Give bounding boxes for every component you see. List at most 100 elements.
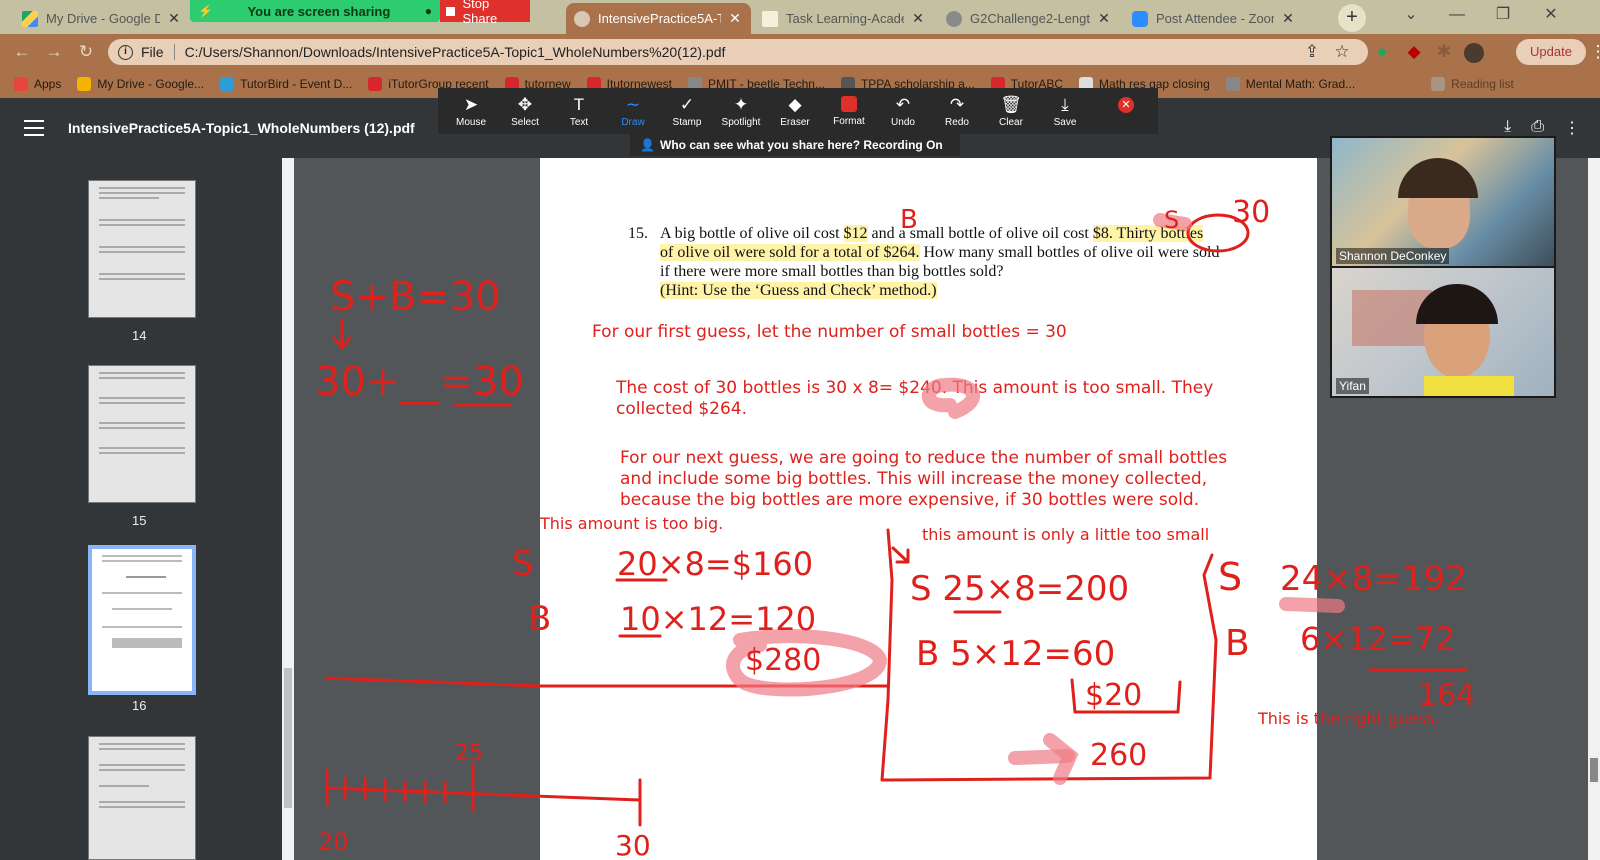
note-next-guess3: because the big bottles are more expensi…	[620, 490, 1200, 510]
ublock-icon[interactable]: ◆	[1402, 40, 1426, 64]
thumbnail-page-17[interactable]	[88, 736, 196, 860]
new-tab-button[interactable]: +	[1338, 4, 1366, 32]
thumbnail-page-14[interactable]	[88, 180, 196, 318]
annotate-tool-stamp[interactable]: ✓ Stamp	[660, 88, 714, 134]
shield-icon: ●	[424, 4, 432, 18]
stamp-icon: ✓	[679, 94, 695, 114]
bookmark-favicon-icon	[1431, 77, 1446, 91]
info-icon: i	[118, 44, 133, 60]
reload-icon[interactable]: ↻	[74, 40, 98, 64]
recording-notice[interactable]: 👤 Who can see what you share here? Recor…	[630, 134, 960, 156]
save-icon: ⤓	[1061, 94, 1069, 114]
bookmark-label: My Drive - Google...	[97, 77, 205, 91]
tool-label: Save	[1053, 116, 1077, 128]
tool-label: Text	[569, 116, 589, 128]
close-tab-icon[interactable]: ✕	[166, 10, 182, 27]
browser-tab-strip: My Drive - Google Drive ✕ IntensivePract…	[0, 0, 1600, 34]
participant-video[interactable]: Shannon DeConkey	[1332, 138, 1554, 266]
move-icon: ✥	[517, 94, 533, 114]
annotate-tool-undo[interactable]: ↶ Undo	[876, 88, 930, 134]
academy-icon	[762, 10, 778, 27]
print-icon[interactable]: ⎙	[1531, 118, 1544, 138]
annotate-tool-save[interactable]: ⤓ Save	[1038, 88, 1092, 134]
tab-g2challenge[interactable]: G2Challenge2-Length- ✕	[938, 3, 1120, 34]
close-annotation-icon[interactable]: ✕	[1118, 97, 1134, 113]
bookmark-favicon-icon	[1225, 77, 1240, 91]
bookmark-favicon-icon	[368, 77, 383, 91]
thumbnail-page-16[interactable]	[88, 545, 196, 695]
close-window-icon[interactable]: ✕	[1528, 0, 1574, 34]
page-scrollbar[interactable]	[1588, 158, 1600, 860]
profile-avatar[interactable]	[1462, 40, 1486, 64]
hamburger-menu-icon[interactable]	[24, 120, 44, 136]
share-icon[interactable]: ⇪	[1300, 40, 1324, 64]
participant-videos: Shannon DeConkey Yifan	[1330, 136, 1556, 398]
screen: My Drive - Google Drive ✕ IntensivePract…	[0, 0, 1600, 860]
download-icon[interactable]: ⤓	[1504, 118, 1511, 138]
globe-icon	[574, 10, 590, 27]
note-right-guess: This is the right guess.	[1258, 709, 1440, 728]
tab-zoom[interactable]: Post Attendee - Zoom ✕	[1124, 3, 1304, 34]
bookmark-item[interactable]: My Drive - Google...	[77, 77, 204, 91]
tab-task-learning[interactable]: Task Learning-Academy ✕	[754, 3, 934, 34]
bookmark-item[interactable]: Reading list	[1431, 77, 1514, 91]
format-icon	[841, 95, 857, 112]
sharing-icon: ⚡	[198, 4, 213, 18]
spotlight-icon: ✦	[733, 94, 749, 114]
annotate-tool-spotlight[interactable]: ✦ Spotlight	[714, 88, 768, 134]
annotate-tool-format[interactable]: Format	[822, 88, 876, 134]
tool-label: Clear	[999, 116, 1023, 128]
note-cost-line1: The cost of 30 bottles is 30 x 8= $240. …	[616, 378, 1214, 398]
restore-icon[interactable]: ❐	[1480, 0, 1526, 34]
annotate-tool-mouse[interactable]: ➤ Mouse	[444, 88, 498, 134]
thumbnail-sidebar: 14 15 16	[0, 158, 280, 860]
stop-share-button[interactable]: Stop Share	[440, 0, 530, 26]
annotate-tool-clear[interactable]: 🗑 Clear	[984, 88, 1038, 134]
tool-label: Select	[511, 116, 539, 128]
redo-icon: ↷	[949, 94, 965, 114]
google-drive-icon	[22, 10, 38, 27]
close-tab-icon[interactable]: ✕	[910, 10, 926, 27]
note-cost-line2: collected $264.	[616, 399, 747, 419]
note-little-small: this amount is only a little too small	[922, 525, 1210, 544]
close-tab-icon[interactable]: ✕	[1280, 10, 1296, 27]
tab-search-icon[interactable]: ⌄	[1388, 0, 1434, 34]
puzzle-icon[interactable]: ✱	[1432, 40, 1456, 64]
pointer-icon: ➤	[463, 94, 479, 114]
tab-pdf[interactable]: IntensivePractice5A-Topic1 ✕	[566, 3, 751, 34]
question-15: 15. A big bottle of olive oil cost $12 a…	[628, 225, 1220, 299]
forward-icon[interactable]: →	[42, 40, 66, 64]
annotate-tool-select[interactable]: ✥ Select	[498, 88, 552, 134]
annotate-tool-eraser[interactable]: ◆ Eraser	[768, 88, 822, 134]
back-icon[interactable]: ←	[10, 40, 34, 64]
annotate-tool-redo[interactable]: ↷ Redo	[930, 88, 984, 134]
menu-icon[interactable]: ⋮	[1586, 40, 1600, 64]
close-tab-icon[interactable]: ✕	[727, 10, 743, 27]
extension-icon[interactable]: ●	[1370, 40, 1394, 64]
close-tab-icon[interactable]: ✕	[1096, 10, 1112, 27]
participant-video[interactable]: Yifan	[1332, 268, 1554, 396]
bookmark-item[interactable]: Apps	[14, 77, 61, 91]
annotate-tool-draw[interactable]: ∼ Draw	[606, 88, 660, 134]
sidebar-scrollbar[interactable]	[282, 158, 294, 860]
tab-my-drive[interactable]: My Drive - Google Drive ✕	[14, 3, 190, 34]
bookmark-favicon-icon	[14, 77, 28, 91]
bookmark-item[interactable]: TutorBird - Event D...	[220, 77, 352, 91]
annotate-tool-text[interactable]: T Text	[552, 88, 606, 134]
bookmark-favicon-icon	[220, 77, 235, 91]
update-button[interactable]: Update	[1516, 39, 1586, 65]
star-icon[interactable]: ☆	[1330, 40, 1354, 64]
thumbnail-label: 15	[132, 513, 147, 528]
tool-label: Eraser	[780, 116, 810, 128]
bookmark-favicon-icon	[77, 77, 92, 91]
bookmark-item[interactable]: Mental Math: Grad...	[1225, 77, 1355, 91]
tool-label: Redo	[945, 116, 969, 128]
tool-label: Mouse	[455, 116, 486, 128]
thumbnail-label: 16	[132, 698, 147, 713]
thumbnail-page-15[interactable]	[88, 365, 196, 503]
minimize-icon[interactable]: —	[1434, 0, 1480, 34]
more-icon[interactable]: ⋮	[1564, 118, 1580, 138]
tool-label: Format	[833, 115, 865, 127]
screen-sharing-banner: ⚡ You are screen sharing ●	[190, 0, 440, 22]
address-bar[interactable]: i File C:/Users/Shannon/Downloads/Intens…	[108, 39, 1368, 65]
